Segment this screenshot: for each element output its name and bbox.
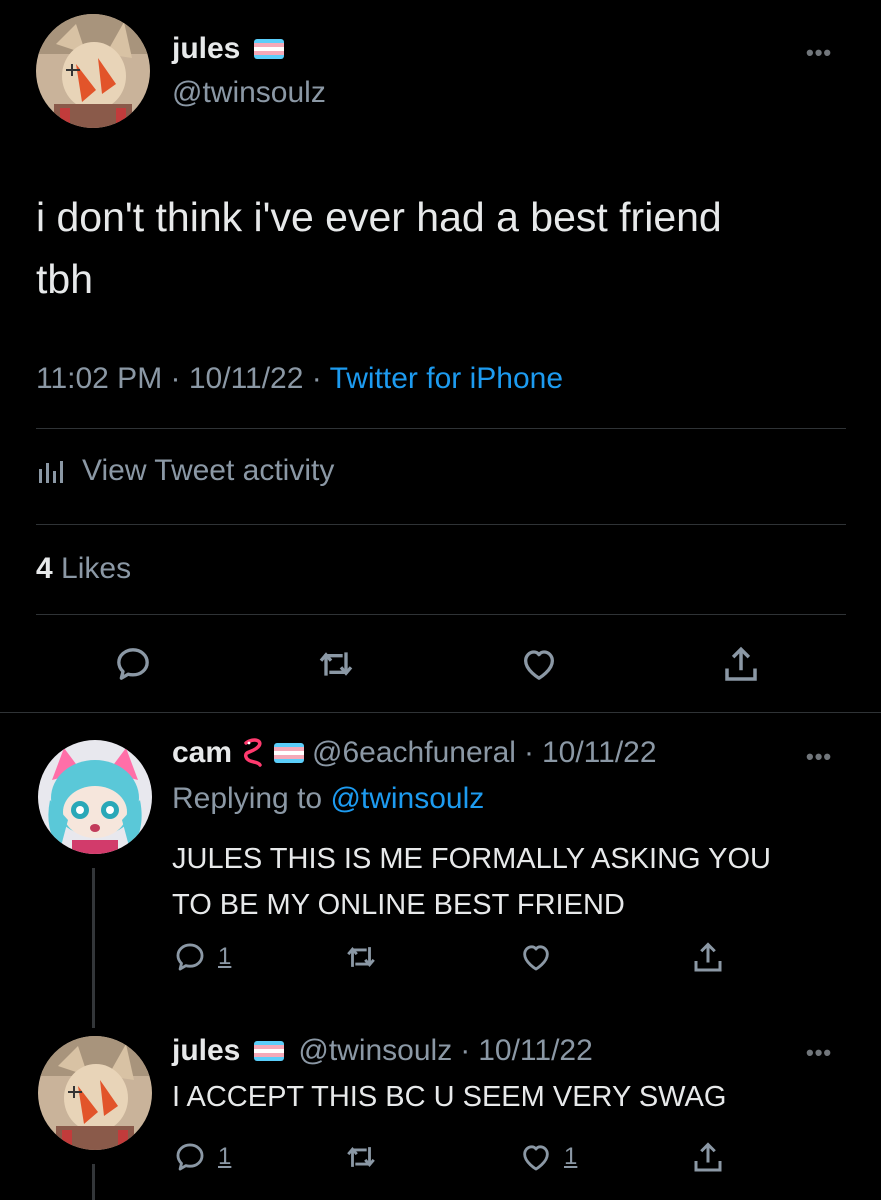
heart-icon bbox=[524, 650, 554, 680]
retweet-icon bbox=[319, 652, 353, 676]
heart-icon bbox=[523, 945, 549, 971]
like-button[interactable] bbox=[518, 644, 560, 684]
tweet-text-line: i don't think i've ever had a best frien… bbox=[36, 194, 722, 240]
snake-emoji-icon bbox=[244, 738, 262, 767]
reply-text-line: TO BE MY ONLINE BEST FRIEND bbox=[172, 889, 625, 921]
reply-icon bbox=[117, 648, 149, 680]
reply-author-name[interactable]: jules bbox=[172, 1034, 240, 1068]
meta-separator: · bbox=[311, 362, 322, 395]
reply-text-line: JULES THIS IS ME FORMALLY ASKING YOU bbox=[172, 843, 771, 875]
reply-icon bbox=[176, 1143, 204, 1171]
reply-text: JULES THIS IS ME FORMALLY ASKING YOU TO … bbox=[172, 836, 771, 928]
tweet-date[interactable]: 10/11/22 bbox=[189, 362, 304, 395]
reply-date[interactable]: 10/11/22 bbox=[478, 1034, 593, 1068]
share-button[interactable] bbox=[690, 1140, 726, 1176]
more-dots-icon[interactable]: ••• bbox=[806, 1040, 832, 1066]
share-icon bbox=[694, 942, 722, 972]
more-dots-icon[interactable]: ••• bbox=[806, 40, 832, 66]
reply-author-handle[interactable]: @6eachfuneral bbox=[312, 736, 516, 770]
like-button[interactable] bbox=[518, 940, 554, 974]
avatar-jules[interactable] bbox=[38, 1036, 152, 1150]
retweet-icon bbox=[347, 947, 375, 967]
like-button[interactable]: 1 bbox=[518, 1140, 577, 1174]
tweet-meta: 11:02 PM · 10/11/22 · Twitter for iPhone bbox=[36, 362, 563, 396]
tweet-source-link[interactable]: Twitter for iPhone bbox=[330, 362, 563, 395]
share-icon bbox=[694, 1142, 722, 1172]
reply-button[interactable] bbox=[112, 644, 154, 684]
divider bbox=[36, 524, 846, 525]
replying-to-handle-link[interactable]: @twinsoulz bbox=[330, 782, 484, 815]
view-activity-label[interactable]: View Tweet activity bbox=[82, 454, 334, 488]
reply-author-name[interactable]: cam bbox=[172, 736, 232, 770]
divider bbox=[0, 712, 881, 713]
tweet-time[interactable]: 11:02 PM bbox=[36, 362, 162, 395]
likes-link[interactable]: 4 Likes bbox=[36, 552, 131, 586]
meta-separator: · bbox=[523, 736, 534, 769]
reply-icon bbox=[176, 943, 204, 971]
reply-header: jules @twinsoulz · 10/11/22 bbox=[172, 1034, 593, 1068]
reply-header: cam @6eachfuneral · 10/11/22 bbox=[172, 736, 657, 770]
retweet-button[interactable] bbox=[342, 940, 380, 974]
likes-label: Likes bbox=[61, 552, 132, 585]
likes-count: 4 bbox=[36, 552, 53, 585]
reply-text: I ACCEPT THIS BC U SEEM VERY SWAG bbox=[172, 1081, 727, 1113]
tweet-text: i don't think i've ever had a best frien… bbox=[36, 186, 856, 310]
share-icon bbox=[725, 646, 757, 681]
tweet-text-line: tbh bbox=[36, 256, 93, 302]
reply-button[interactable]: 1 bbox=[172, 940, 231, 974]
share-button[interactable] bbox=[720, 644, 762, 686]
author-name-text[interactable]: jules bbox=[172, 32, 240, 66]
thread-line bbox=[92, 868, 95, 1028]
trans-flag-icon bbox=[254, 39, 285, 59]
heart-icon bbox=[523, 1145, 549, 1171]
avatar-cam[interactable] bbox=[38, 740, 152, 854]
meta-separator: · bbox=[170, 362, 181, 395]
meta-separator: · bbox=[460, 1034, 471, 1067]
more-dots-icon[interactable]: ••• bbox=[806, 744, 832, 770]
divider bbox=[36, 428, 846, 429]
share-button[interactable] bbox=[690, 940, 726, 976]
divider bbox=[36, 614, 846, 615]
author-name[interactable]: jules bbox=[172, 32, 285, 66]
avatar-jules[interactable] bbox=[36, 14, 150, 128]
view-activity-link[interactable]: View Tweet activity bbox=[36, 454, 334, 488]
reply-author-handle[interactable]: @twinsoulz bbox=[298, 1034, 452, 1068]
reply-button[interactable]: 1 bbox=[172, 1140, 231, 1174]
retweet-button[interactable] bbox=[342, 1140, 380, 1174]
trans-flag-icon bbox=[274, 743, 305, 763]
like-count: 1 bbox=[564, 1143, 578, 1170]
retweet-button[interactable] bbox=[314, 644, 358, 684]
reply-date[interactable]: 10/11/22 bbox=[542, 736, 657, 770]
replying-to: Replying to @twinsoulz bbox=[172, 782, 484, 816]
thread-line bbox=[92, 1164, 95, 1200]
reply-count: 1 bbox=[218, 943, 232, 970]
bar-chart-icon bbox=[39, 461, 63, 483]
retweet-icon bbox=[347, 1147, 375, 1167]
replying-prefix: Replying to bbox=[172, 782, 323, 815]
author-handle[interactable]: @twinsoulz bbox=[172, 76, 326, 110]
trans-flag-icon bbox=[254, 1041, 285, 1061]
reply-count: 1 bbox=[218, 1143, 232, 1170]
